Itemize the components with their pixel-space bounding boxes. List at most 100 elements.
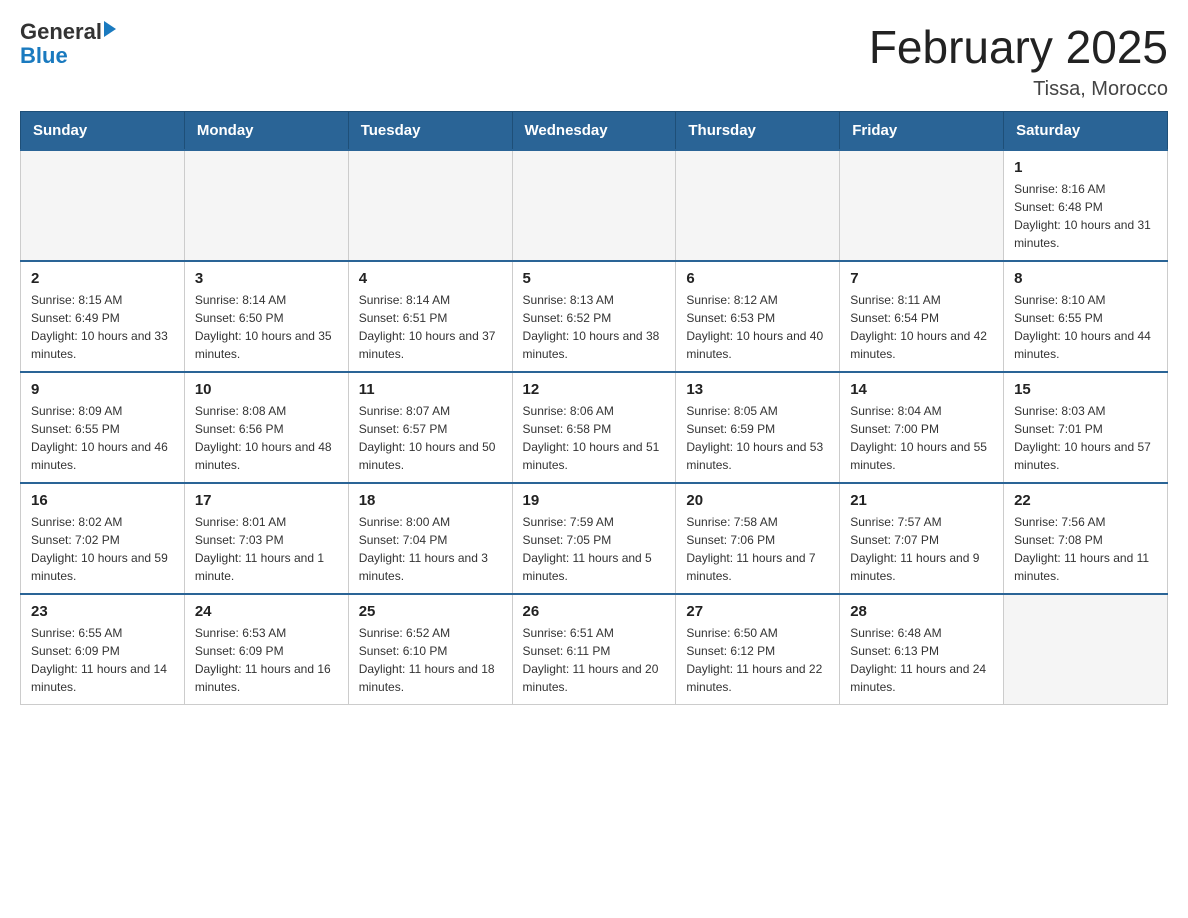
day-number: 24 xyxy=(195,603,338,620)
day-number: 17 xyxy=(195,492,338,509)
day-info: Sunrise: 8:00 AMSunset: 7:04 PMDaylight:… xyxy=(359,513,502,585)
day-info: Sunrise: 8:09 AMSunset: 6:55 PMDaylight:… xyxy=(31,402,174,474)
day-info: Sunrise: 6:55 AMSunset: 6:09 PMDaylight:… xyxy=(31,624,174,696)
day-info: Sunrise: 8:10 AMSunset: 6:55 PMDaylight:… xyxy=(1014,291,1157,363)
day-number: 23 xyxy=(31,603,174,620)
day-number: 28 xyxy=(850,603,993,620)
day-header-monday: Monday xyxy=(184,112,348,151)
day-header-wednesday: Wednesday xyxy=(512,112,676,151)
week-row-3: 9 Sunrise: 8:09 AMSunset: 6:55 PMDaylight… xyxy=(21,372,1168,483)
calendar-cell xyxy=(676,150,840,261)
calendar-cell: 11 Sunrise: 8:07 AMSunset: 6:57 PMDayligh… xyxy=(348,372,512,483)
calendar-cell: 25 Sunrise: 6:52 AMSunset: 6:10 PMDayligh… xyxy=(348,594,512,705)
calendar-cell: 27Sunrise: 6:50 AMSunset: 6:12 PMDayligh… xyxy=(676,594,840,705)
day-info: Sunrise: 8:11 AMSunset: 6:54 PMDaylight:… xyxy=(850,291,993,363)
week-row-5: 23 Sunrise: 6:55 AMSunset: 6:09 PMDayligh… xyxy=(21,594,1168,705)
calendar-cell: 3 Sunrise: 8:14 AMSunset: 6:50 PMDaylight… xyxy=(184,261,348,372)
logo-general: General xyxy=(20,20,102,44)
day-info: Sunrise: 8:16 AMSunset: 6:48 PMDaylight:… xyxy=(1014,180,1157,252)
day-number: 7 xyxy=(850,270,993,287)
day-number: 2 xyxy=(31,270,174,287)
day-info: Sunrise: 8:07 AMSunset: 6:57 PMDaylight:… xyxy=(359,402,502,474)
week-row-1: 1 Sunrise: 8:16 AMSunset: 6:48 PMDaylight… xyxy=(21,150,1168,261)
calendar-cell xyxy=(512,150,676,261)
day-number: 14 xyxy=(850,381,993,398)
week-row-4: 16 Sunrise: 8:02 AMSunset: 7:02 PMDayligh… xyxy=(21,483,1168,594)
day-info: Sunrise: 6:48 AMSunset: 6:13 PMDaylight:… xyxy=(850,624,993,696)
calendar-subtitle: Tissa, Morocco xyxy=(869,78,1168,101)
day-header-sunday: Sunday xyxy=(21,112,185,151)
day-info: Sunrise: 8:14 AMSunset: 6:50 PMDaylight:… xyxy=(195,291,338,363)
day-info: Sunrise: 8:14 AMSunset: 6:51 PMDaylight:… xyxy=(359,291,502,363)
day-number: 21 xyxy=(850,492,993,509)
day-number: 9 xyxy=(31,381,174,398)
day-number: 26 xyxy=(523,603,666,620)
day-info: Sunrise: 8:01 AMSunset: 7:03 PMDaylight:… xyxy=(195,513,338,585)
calendar-cell: 21 Sunrise: 7:57 AMSunset: 7:07 PMDayligh… xyxy=(840,483,1004,594)
logo: General Blue xyxy=(20,20,116,68)
day-info: Sunrise: 6:52 AMSunset: 6:10 PMDaylight:… xyxy=(359,624,502,696)
calendar-cell: 24 Sunrise: 6:53 AMSunset: 6:09 PMDayligh… xyxy=(184,594,348,705)
day-number: 4 xyxy=(359,270,502,287)
calendar-cell: 28 Sunrise: 6:48 AMSunset: 6:13 PMDayligh… xyxy=(840,594,1004,705)
day-info: Sunrise: 6:50 AMSunset: 6:12 PMDaylight:… xyxy=(686,624,829,696)
calendar-cell: 19Sunrise: 7:59 AMSunset: 7:05 PMDayligh… xyxy=(512,483,676,594)
header-row: SundayMondayTuesdayWednesdayThursdayFrid… xyxy=(21,112,1168,151)
day-number: 10 xyxy=(195,381,338,398)
day-info: Sunrise: 8:03 AMSunset: 7:01 PMDaylight:… xyxy=(1014,402,1157,474)
calendar-cell xyxy=(184,150,348,261)
calendar-cell: 9 Sunrise: 8:09 AMSunset: 6:55 PMDaylight… xyxy=(21,372,185,483)
calendar-cell: 26 Sunrise: 6:51 AMSunset: 6:11 PMDayligh… xyxy=(512,594,676,705)
day-info: Sunrise: 8:02 AMSunset: 7:02 PMDaylight:… xyxy=(31,513,174,585)
calendar-cell: 8 Sunrise: 8:10 AMSunset: 6:55 PMDaylight… xyxy=(1004,261,1168,372)
day-info: Sunrise: 8:13 AMSunset: 6:52 PMDaylight:… xyxy=(523,291,666,363)
day-header-friday: Friday xyxy=(840,112,1004,151)
calendar-cell: 1 Sunrise: 8:16 AMSunset: 6:48 PMDaylight… xyxy=(1004,150,1168,261)
day-number: 11 xyxy=(359,381,502,398)
day-info: Sunrise: 7:56 AMSunset: 7:08 PMDaylight:… xyxy=(1014,513,1157,585)
day-number: 6 xyxy=(686,270,829,287)
calendar-cell: 13 Sunrise: 8:05 AMSunset: 6:59 PMDayligh… xyxy=(676,372,840,483)
day-info: Sunrise: 8:12 AMSunset: 6:53 PMDaylight:… xyxy=(686,291,829,363)
calendar-cell: 14Sunrise: 8:04 AMSunset: 7:00 PMDayligh… xyxy=(840,372,1004,483)
week-row-2: 2Sunrise: 8:15 AMSunset: 6:49 PMDaylight… xyxy=(21,261,1168,372)
day-info: Sunrise: 7:57 AMSunset: 7:07 PMDaylight:… xyxy=(850,513,993,585)
title-section: February 2025 Tissa, Morocco xyxy=(869,20,1168,101)
calendar-cell: 22 Sunrise: 7:56 AMSunset: 7:08 PMDayligh… xyxy=(1004,483,1168,594)
day-number: 15 xyxy=(1014,381,1157,398)
logo-blue: Blue xyxy=(20,44,116,68)
calendar-cell: 7 Sunrise: 8:11 AMSunset: 6:54 PMDaylight… xyxy=(840,261,1004,372)
day-info: Sunrise: 8:05 AMSunset: 6:59 PMDaylight:… xyxy=(686,402,829,474)
day-header-saturday: Saturday xyxy=(1004,112,1168,151)
day-number: 5 xyxy=(523,270,666,287)
calendar-title: February 2025 xyxy=(869,20,1168,74)
day-info: Sunrise: 6:53 AMSunset: 6:09 PMDaylight:… xyxy=(195,624,338,696)
calendar-cell xyxy=(840,150,1004,261)
calendar-table: SundayMondayTuesdayWednesdayThursdayFrid… xyxy=(20,111,1168,705)
day-number: 8 xyxy=(1014,270,1157,287)
calendar-cell: 4 Sunrise: 8:14 AMSunset: 6:51 PMDaylight… xyxy=(348,261,512,372)
day-number: 3 xyxy=(195,270,338,287)
day-number: 20 xyxy=(686,492,829,509)
day-info: Sunrise: 8:08 AMSunset: 6:56 PMDaylight:… xyxy=(195,402,338,474)
day-info: Sunrise: 7:58 AMSunset: 7:06 PMDaylight:… xyxy=(686,513,829,585)
calendar-cell: 5 Sunrise: 8:13 AMSunset: 6:52 PMDaylight… xyxy=(512,261,676,372)
day-number: 18 xyxy=(359,492,502,509)
calendar-cell: 18 Sunrise: 8:00 AMSunset: 7:04 PMDayligh… xyxy=(348,483,512,594)
day-number: 16 xyxy=(31,492,174,509)
page-header: General Blue February 2025 Tissa, Morocc… xyxy=(20,20,1168,101)
calendar-cell: 16 Sunrise: 8:02 AMSunset: 7:02 PMDayligh… xyxy=(21,483,185,594)
day-info: Sunrise: 6:51 AMSunset: 6:11 PMDaylight:… xyxy=(523,624,666,696)
calendar-cell: 17 Sunrise: 8:01 AMSunset: 7:03 PMDayligh… xyxy=(184,483,348,594)
day-number: 12 xyxy=(523,381,666,398)
day-info: Sunrise: 7:59 AMSunset: 7:05 PMDaylight:… xyxy=(523,513,666,585)
logo-arrow-icon xyxy=(104,21,116,37)
day-info: Sunrise: 8:06 AMSunset: 6:58 PMDaylight:… xyxy=(523,402,666,474)
calendar-cell: 15 Sunrise: 8:03 AMSunset: 7:01 PMDayligh… xyxy=(1004,372,1168,483)
calendar-cell: 20 Sunrise: 7:58 AMSunset: 7:06 PMDayligh… xyxy=(676,483,840,594)
day-number: 22 xyxy=(1014,492,1157,509)
day-number: 25 xyxy=(359,603,502,620)
day-number: 13 xyxy=(686,381,829,398)
calendar-cell: 12 Sunrise: 8:06 AMSunset: 6:58 PMDayligh… xyxy=(512,372,676,483)
day-number: 1 xyxy=(1014,159,1157,176)
